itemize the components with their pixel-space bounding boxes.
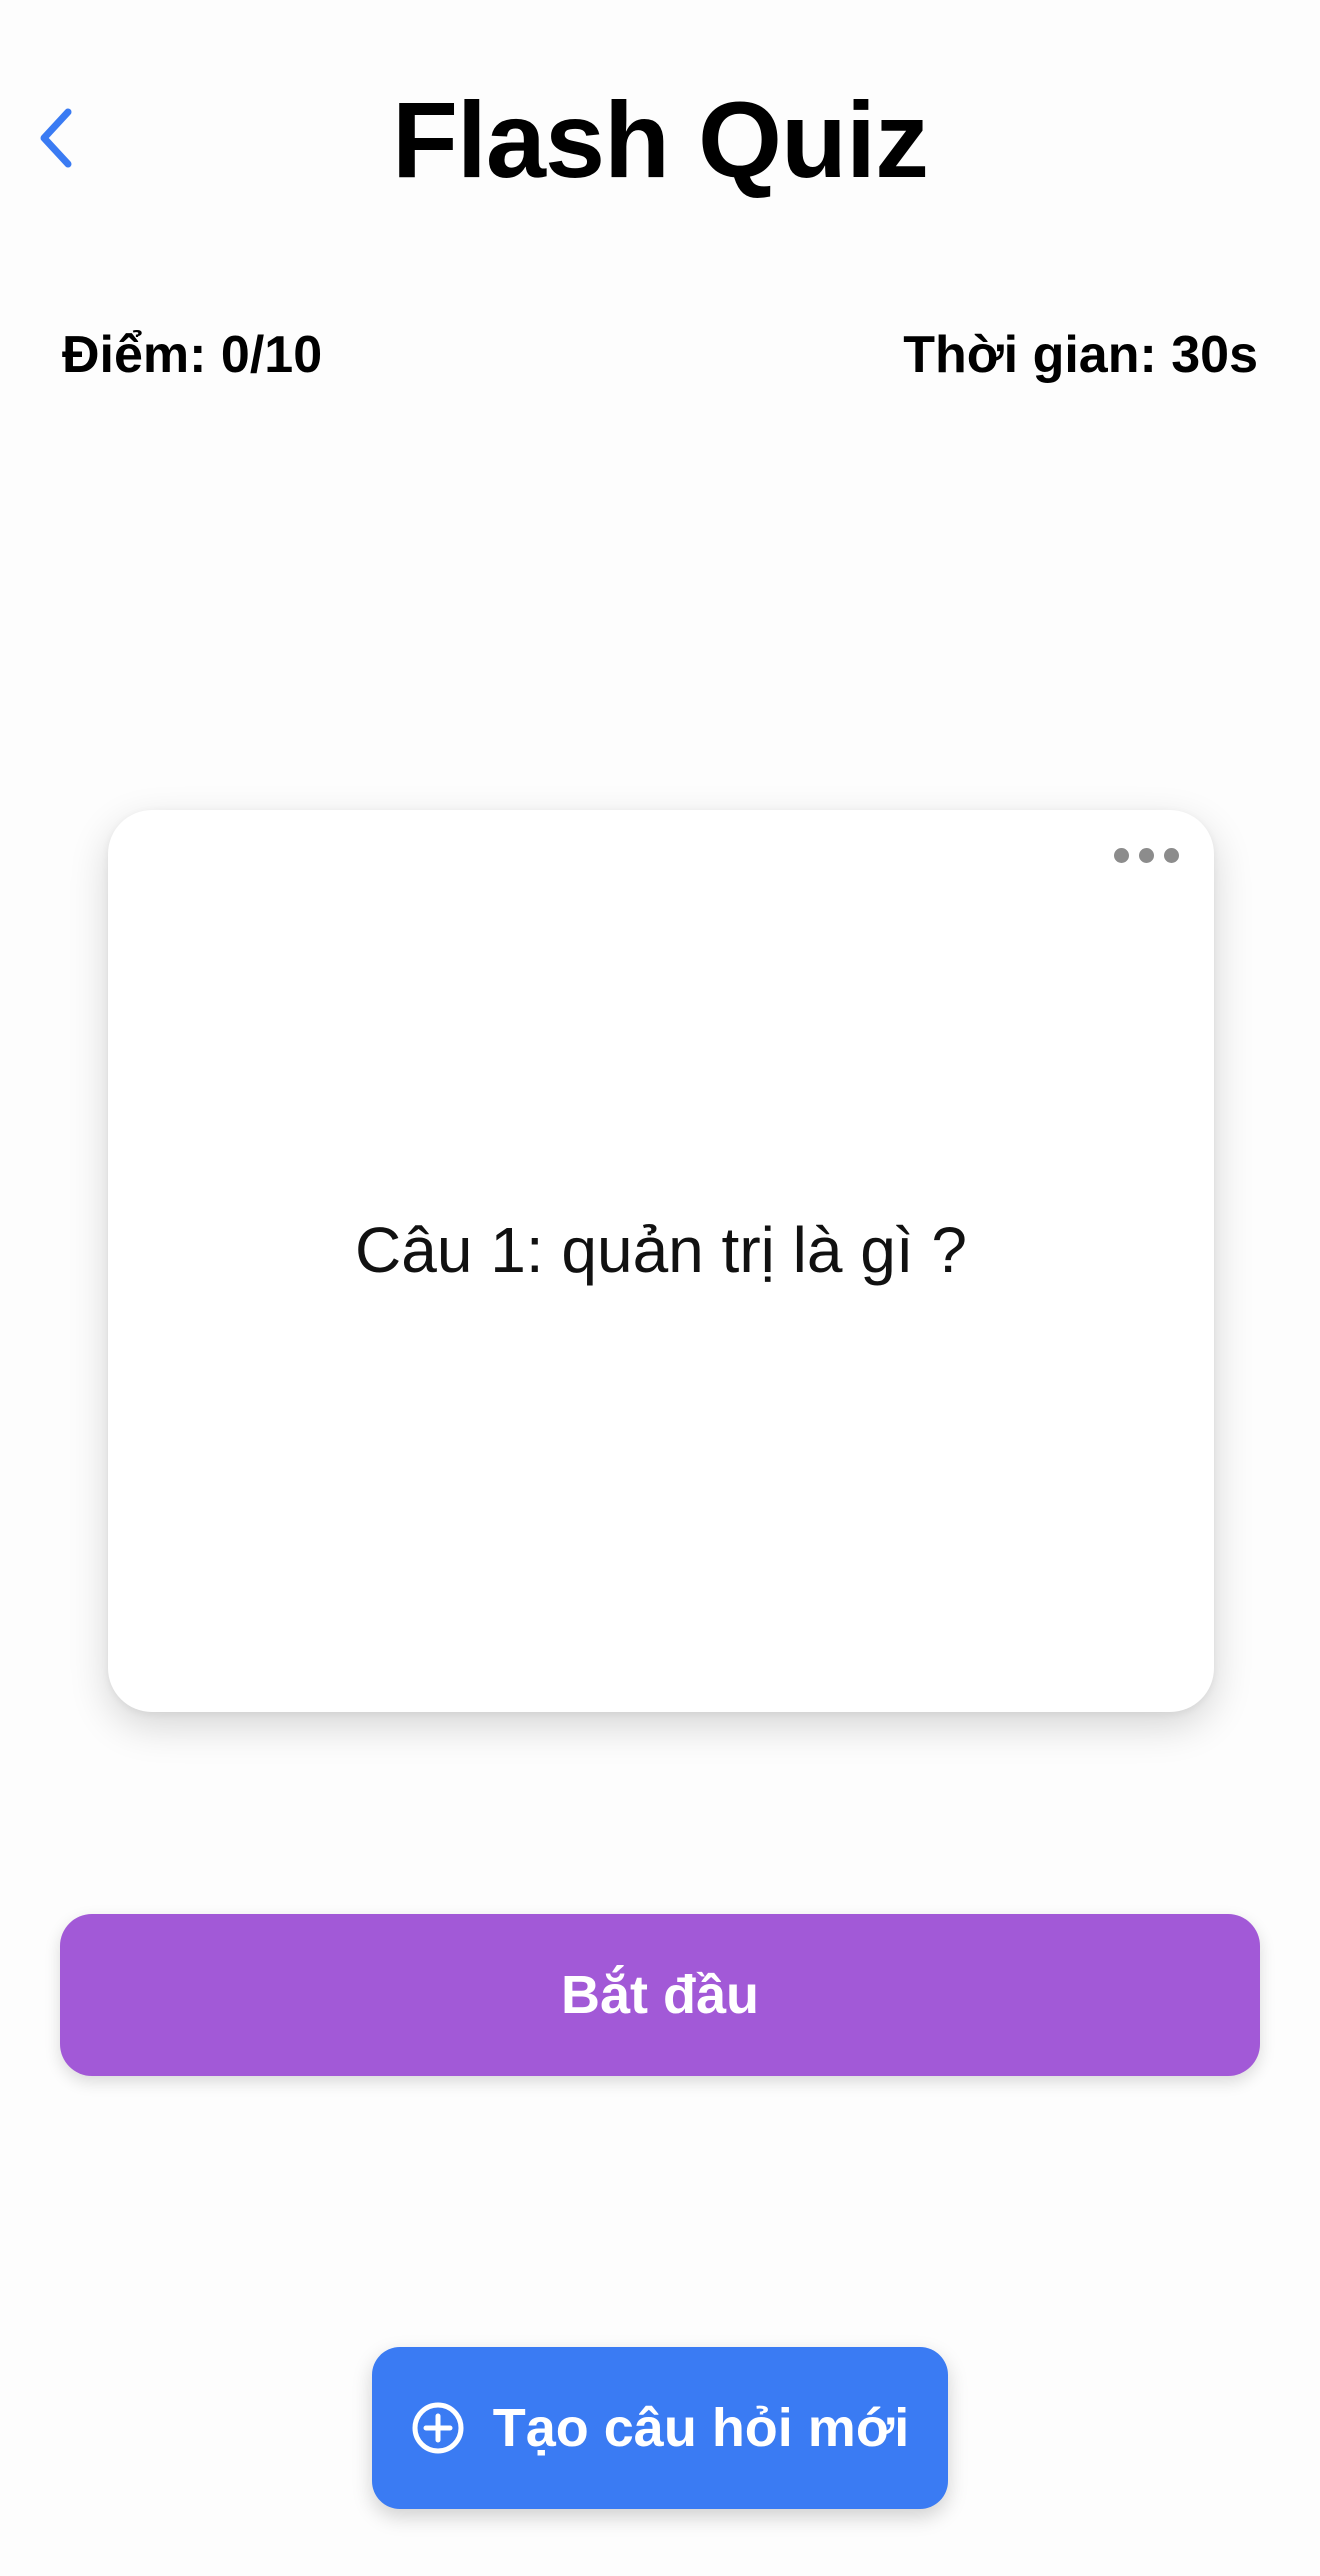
start-button[interactable]: Bắt đầu	[60, 1914, 1260, 2076]
question-text: Câu 1: quản trị là gì ?	[355, 1214, 967, 1286]
ellipsis-icon	[1138, 847, 1154, 863]
card-menu-button[interactable]	[1106, 832, 1186, 878]
question-card[interactable]: Câu 1: quản trị là gì ?	[108, 810, 1214, 1712]
create-question-button[interactable]: Tạo câu hỏi mới	[372, 2347, 948, 2509]
score-label: Điểm: 0/10	[62, 326, 323, 384]
ellipsis-icon	[1113, 847, 1129, 863]
create-question-label: Tạo câu hỏi mới	[492, 2398, 910, 2458]
start-button-label: Bắt đầu	[560, 1965, 760, 2025]
page-title: Flash Quiz	[391, 79, 929, 200]
plus-circle-icon	[411, 2401, 465, 2455]
ellipsis-icon	[1163, 847, 1179, 863]
timer-label: Thời gian: 30s	[903, 326, 1258, 384]
